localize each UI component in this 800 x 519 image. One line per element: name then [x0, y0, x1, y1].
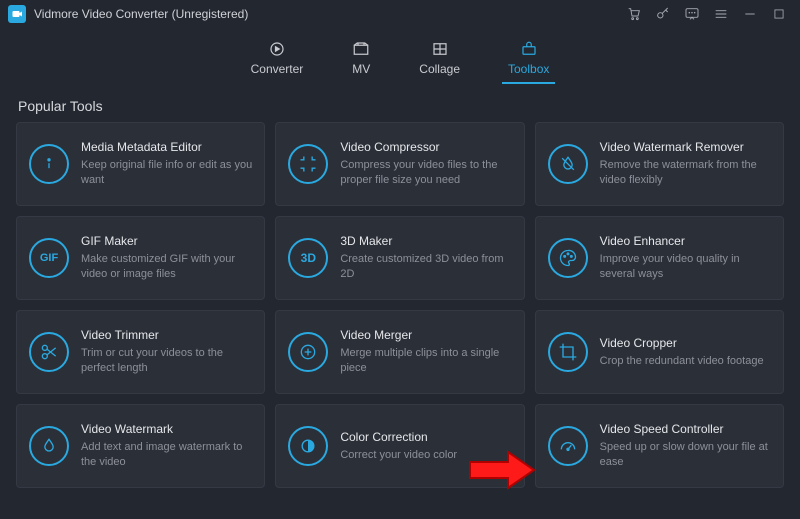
color-icon — [288, 426, 328, 466]
section-title: Popular Tools — [0, 84, 800, 122]
tool-desc: Trim or cut your videos to the perfect l… — [81, 346, 252, 376]
window-title: Vidmore Video Converter (Unregistered) — [34, 7, 248, 21]
info-icon — [29, 144, 69, 184]
no-drop-icon — [548, 144, 588, 184]
tool-title: GIF Maker — [81, 234, 252, 248]
tab-label: Toolbox — [508, 62, 549, 76]
tool-desc: Improve your video quality in several wa… — [600, 252, 771, 282]
tool-desc: Add text and image watermark to the vide… — [81, 440, 252, 470]
minimize-icon[interactable] — [737, 3, 763, 25]
tool-watermark-remover[interactable]: Video Watermark Remover Remove the water… — [535, 122, 784, 206]
tool-desc: Remove the watermark from the video flex… — [600, 158, 771, 188]
drop-icon — [29, 426, 69, 466]
tool-title: 3D Maker — [340, 234, 511, 248]
tool-desc: Crop the redundant video footage — [600, 354, 771, 369]
gauge-icon — [548, 426, 588, 466]
tab-converter[interactable]: Converter — [251, 40, 304, 84]
tab-label: MV — [352, 62, 370, 76]
tool-video-trimmer[interactable]: Video Trimmer Trim or cut your videos to… — [16, 310, 265, 394]
main-tabs: Converter MV Collage Toolbox — [0, 28, 800, 84]
tools-grid: Media Metadata Editor Keep original file… — [0, 122, 800, 504]
tool-desc: Create customized 3D video from 2D — [340, 252, 511, 282]
tool-gif-maker[interactable]: GIF GIF Maker Make customized GIF with y… — [16, 216, 265, 300]
crop-icon — [548, 332, 588, 372]
tool-media-metadata-editor[interactable]: Media Metadata Editor Keep original file… — [16, 122, 265, 206]
tool-title: Media Metadata Editor — [81, 140, 252, 154]
app-logo-icon — [8, 5, 26, 23]
tool-title: Video Speed Controller — [600, 422, 771, 436]
feedback-icon[interactable] — [679, 3, 705, 25]
tool-title: Video Enhancer — [600, 234, 771, 248]
compress-icon — [288, 144, 328, 184]
tab-mv[interactable]: MV — [351, 40, 371, 84]
tool-video-cropper[interactable]: Video Cropper Crop the redundant video f… — [535, 310, 784, 394]
tool-video-merger[interactable]: Video Merger Merge multiple clips into a… — [275, 310, 524, 394]
tab-label: Converter — [251, 62, 304, 76]
merge-icon — [288, 332, 328, 372]
tab-label: Collage — [419, 62, 460, 76]
palette-icon — [548, 238, 588, 278]
tool-desc: Keep original file info or edit as you w… — [81, 158, 252, 188]
tool-title: Video Compressor — [340, 140, 511, 154]
tool-title: Video Merger — [340, 328, 511, 342]
tool-title: Video Cropper — [600, 336, 771, 350]
tool-video-watermark[interactable]: Video Watermark Add text and image water… — [16, 404, 265, 488]
tool-desc: Compress your video files to the proper … — [340, 158, 511, 188]
tab-toolbox[interactable]: Toolbox — [508, 40, 549, 84]
cart-icon[interactable] — [621, 3, 647, 25]
maximize-icon[interactable] — [766, 3, 792, 25]
tool-3d-maker[interactable]: 3D 3D Maker Create customized 3D video f… — [275, 216, 524, 300]
menu-icon[interactable] — [708, 3, 734, 25]
tool-video-speed-controller[interactable]: Video Speed Controller Speed up or slow … — [535, 404, 784, 488]
key-icon[interactable] — [650, 3, 676, 25]
tool-title: Video Watermark Remover — [600, 140, 771, 154]
tool-desc: Merge multiple clips into a single piece — [340, 346, 511, 376]
gif-icon: GIF — [29, 238, 69, 278]
tool-video-enhancer[interactable]: Video Enhancer Improve your video qualit… — [535, 216, 784, 300]
tool-desc: Correct your video color — [340, 448, 511, 463]
tool-title: Color Correction — [340, 430, 511, 444]
tool-color-correction[interactable]: Color Correction Correct your video colo… — [275, 404, 524, 488]
tool-title: Video Watermark — [81, 422, 252, 436]
three-d-icon: 3D — [288, 238, 328, 278]
title-bar: Vidmore Video Converter (Unregistered) — [0, 0, 800, 28]
tool-title: Video Trimmer — [81, 328, 252, 342]
tab-collage[interactable]: Collage — [419, 40, 460, 84]
tool-desc: Speed up or slow down your file at ease — [600, 440, 771, 470]
tool-desc: Make customized GIF with your video or i… — [81, 252, 252, 282]
scissors-icon — [29, 332, 69, 372]
tool-video-compressor[interactable]: Video Compressor Compress your video fil… — [275, 122, 524, 206]
